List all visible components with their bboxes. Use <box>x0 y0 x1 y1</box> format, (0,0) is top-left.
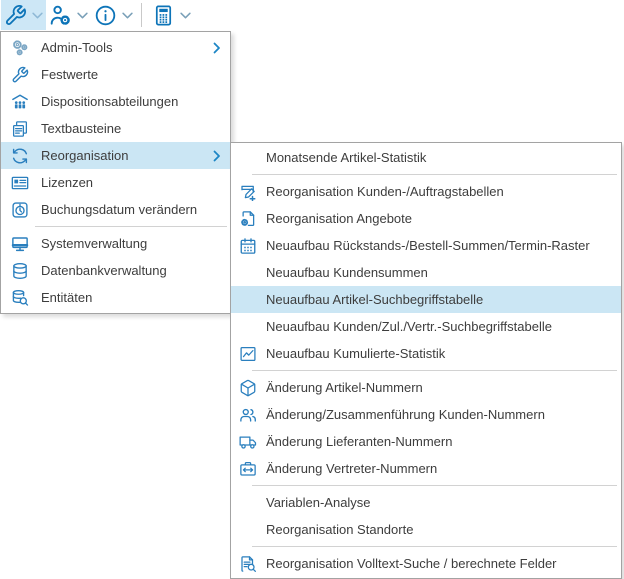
submenu-item-label: Änderung Artikel-Nummern <box>266 380 423 395</box>
calculator-icon <box>152 4 175 27</box>
menu-item-label: Entitäten <box>41 290 92 305</box>
tools-menu: Admin-Tools Festwerte Dispositionsabteilun… <box>0 31 231 314</box>
submenu-item-neuaufbau-rueckstands-bestell-summen-termin-raster[interactable]: Neuaufbau Rückstands-/Bestell-Summen/Ter… <box>231 232 621 259</box>
menu-item-label: Lizenzen <box>41 175 93 190</box>
cube-icon <box>238 379 257 397</box>
menu-item-entitaeten[interactable]: Entitäten <box>1 284 230 311</box>
submenu-item-label: Neuaufbau Artikel-Suchbegriffstabelle <box>266 292 483 307</box>
briefcase-icon <box>238 460 257 478</box>
menu-separator <box>35 226 227 227</box>
submenu-item-label: Neuaufbau Kunden/Zul./Vertr.-Suchbegriff… <box>266 319 552 334</box>
app-screen: Admin-Tools Festwerte Dispositionsabteilun… <box>0 0 624 578</box>
menu-item-lizenzen[interactable]: Lizenzen <box>1 169 230 196</box>
chevron-down-icon <box>32 12 43 19</box>
info-icon <box>94 4 117 27</box>
people-icon <box>238 406 257 424</box>
submenu-item-neuaufbau-kundensummen[interactable]: Neuaufbau Kundensummen <box>231 259 621 286</box>
menu-separator <box>252 546 617 547</box>
icon-placeholder <box>238 149 257 167</box>
menu-item-systemverwaltung[interactable]: Systemverwaltung <box>1 230 230 257</box>
submenu-item-reorganisation-standorte[interactable]: Reorganisation Standorte <box>231 516 621 543</box>
timer-icon <box>11 201 29 219</box>
document-search-icon <box>238 555 257 573</box>
toolbar-button-user-settings[interactable] <box>46 0 91 30</box>
submenu-item-variablen-analyse[interactable]: Variablen-Analyse <box>231 489 621 516</box>
toolbar-button-info[interactable] <box>91 0 136 30</box>
chevron-down-icon <box>180 12 191 19</box>
submenu-item-neuaufbau-artikel-suchbegriffstabelle[interactable]: Neuaufbau Artikel-Suchbegriffstabelle <box>231 286 621 313</box>
icon-placeholder <box>238 291 257 309</box>
submenu-item-aenderung-zusammenfuehrung-kunden-nummern[interactable]: Änderung/Zusammenführung Kunden-Nummern <box>231 401 621 428</box>
menu-item-label: Textbausteine <box>41 121 121 136</box>
submenu-item-neuaufbau-kumulierte-statistik[interactable]: Neuaufbau Kumulierte-Statistik <box>231 340 621 367</box>
menu-item-label: Reorganisation <box>41 148 128 163</box>
submenu-item-label: Änderung Vertreter-Nummern <box>266 461 437 476</box>
chevron-right-icon <box>213 150 221 162</box>
monitor-icon <box>11 235 29 253</box>
menu-item-textbausteine[interactable]: Textbausteine <box>1 115 230 142</box>
chart-icon <box>238 345 257 363</box>
database-icon <box>11 262 29 280</box>
submenu-item-label: Neuaufbau Kumulierte-Statistik <box>266 346 445 361</box>
icon-placeholder <box>238 521 257 539</box>
text-blocks-icon <box>11 120 29 138</box>
submenu-item-label: Änderung/Zusammenführung Kunden-Nummern <box>266 407 545 422</box>
user-gear-icon <box>49 4 72 27</box>
toolbar-button-tools[interactable] <box>1 0 46 30</box>
id-card-icon <box>11 174 29 192</box>
menu-separator <box>252 370 617 371</box>
chevron-down-icon <box>77 12 88 19</box>
icon-placeholder <box>238 264 257 282</box>
truck-icon <box>238 433 257 451</box>
submenu-item-reorganisation-volltext-suche-berechnete-felder[interactable]: Reorganisation Volltext-Suche / berechne… <box>231 550 621 577</box>
menu-item-datenbankverwaltung[interactable]: Datenbankverwaltung <box>1 257 230 284</box>
wrench-icon <box>4 4 27 27</box>
submenu-item-aenderung-lieferanten-nummern[interactable]: Änderung Lieferanten-Nummern <box>231 428 621 455</box>
departments-icon <box>11 93 29 111</box>
menu-item-admin-tools[interactable]: Admin-Tools <box>1 34 230 61</box>
submenu-item-label: Reorganisation Volltext-Suche / berechne… <box>266 556 557 571</box>
menu-separator <box>252 174 617 175</box>
wrench-icon <box>11 66 29 84</box>
menu-item-label: Buchungsdatum verändern <box>41 202 197 217</box>
reorganisation-submenu: Monatsende Artikel-Statistik Reorganisati… <box>230 142 622 579</box>
menu-item-dispositionsabteilungen[interactable]: Dispositionsabteilungen <box>1 88 230 115</box>
submenu-item-label: Monatsende Artikel-Statistik <box>266 150 426 165</box>
document-gear-icon <box>238 210 257 228</box>
menu-item-label: Admin-Tools <box>41 40 113 55</box>
table-edit-icon <box>238 183 257 201</box>
toolbar-button-calculator[interactable] <box>149 0 194 30</box>
submenu-item-label: Neuaufbau Kundensummen <box>266 265 428 280</box>
submenu-item-reorganisation-angebote[interactable]: Reorganisation Angebote <box>231 205 621 232</box>
submenu-item-neuaufbau-kunden-zul-vertr-suchbegriffstabelle[interactable]: Neuaufbau Kunden/Zul./Vertr.-Suchbegriff… <box>231 313 621 340</box>
menu-item-label: Dispositionsabteilungen <box>41 94 178 109</box>
menu-item-reorganisation[interactable]: Reorganisation <box>1 142 230 169</box>
submenu-item-label: Änderung Lieferanten-Nummern <box>266 434 452 449</box>
chevron-right-icon <box>213 42 221 54</box>
calendar-icon <box>238 237 257 255</box>
submenu-item-label: Neuaufbau Rückstands-/Bestell-Summen/Ter… <box>266 238 590 253</box>
main-toolbar <box>0 0 624 30</box>
menu-item-label: Festwerte <box>41 67 98 82</box>
gears-icon <box>11 39 29 57</box>
menu-item-buchungsdatum-veraendern[interactable]: Buchungsdatum verändern <box>1 196 230 223</box>
icon-placeholder <box>238 494 257 512</box>
submenu-item-reorganisation-kunden-auftragstabellen[interactable]: Reorganisation Kunden-/Auftragstabellen <box>231 178 621 205</box>
submenu-item-label: Reorganisation Kunden-/Auftragstabellen <box>266 184 504 199</box>
submenu-item-monatsende-artikel-statistik[interactable]: Monatsende Artikel-Statistik <box>231 144 621 171</box>
submenu-item-label: Variablen-Analyse <box>266 495 371 510</box>
menu-item-label: Systemverwaltung <box>41 236 147 251</box>
submenu-item-aenderung-artikel-nummern[interactable]: Änderung Artikel-Nummern <box>231 374 621 401</box>
submenu-item-label: Reorganisation Standorte <box>266 522 413 537</box>
submenu-item-aenderung-vertreter-nummern[interactable]: Änderung Vertreter-Nummern <box>231 455 621 482</box>
chevron-down-icon <box>122 12 133 19</box>
menu-item-festwerte[interactable]: Festwerte <box>1 61 230 88</box>
menu-item-label: Datenbankverwaltung <box>41 263 167 278</box>
database-search-icon <box>11 289 29 307</box>
submenu-item-label: Reorganisation Angebote <box>266 211 412 226</box>
toolbar-separator <box>141 3 142 27</box>
icon-placeholder <box>238 318 257 336</box>
menu-separator <box>252 485 617 486</box>
sync-icon <box>11 147 29 165</box>
